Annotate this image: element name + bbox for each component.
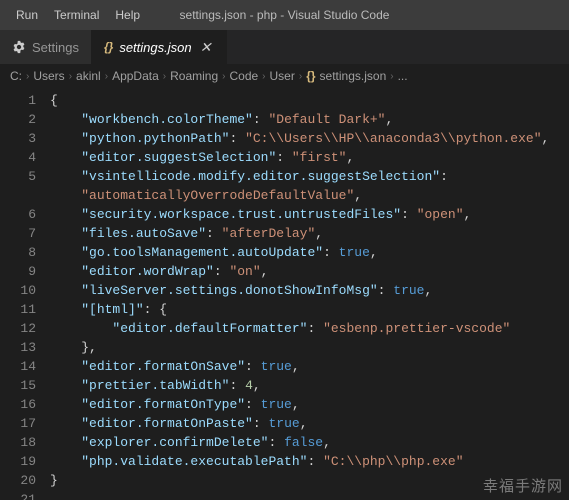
menu-terminal[interactable]: Terminal <box>46 8 107 22</box>
crumb-appdata[interactable]: AppData <box>112 69 159 83</box>
title-bar: Run Terminal Help settings.json - php - … <box>0 0 569 30</box>
menu-run[interactable]: Run <box>8 8 46 22</box>
editor-area[interactable]: 123456789101112131415161718192021 { "wor… <box>0 87 569 500</box>
crumb-akinl[interactable]: akinl <box>76 69 101 83</box>
chevron-right-icon: › <box>299 71 302 82</box>
crumb-file[interactable]: settings.json <box>320 69 387 83</box>
chevron-right-icon: › <box>69 71 72 82</box>
crumb-users[interactable]: Users <box>33 69 64 83</box>
tab-bar: Settings {} settings.json ✕ <box>0 30 569 65</box>
breadcrumb: C: › Users › akinl › AppData › Roaming ›… <box>0 65 569 87</box>
code-content[interactable]: { "workbench.colorTheme": "Default Dark+… <box>50 87 569 500</box>
window-title: settings.json - php - Visual Studio Code <box>180 8 390 22</box>
crumb-user[interactable]: User <box>270 69 295 83</box>
crumb-roaming[interactable]: Roaming <box>170 69 218 83</box>
crumb-c[interactable]: C: <box>10 69 22 83</box>
tab-settings-json-label: settings.json <box>119 40 191 55</box>
gear-icon <box>12 40 26 54</box>
close-icon[interactable]: ✕ <box>198 39 214 55</box>
line-number-gutter: 123456789101112131415161718192021 <box>0 87 50 500</box>
tab-settings-label: Settings <box>32 40 79 55</box>
chevron-right-icon: › <box>222 71 225 82</box>
crumb-more[interactable]: ... <box>398 69 408 83</box>
chevron-right-icon: › <box>26 71 29 82</box>
json-braces-icon: {} <box>306 69 315 83</box>
tab-settings-json[interactable]: {} settings.json ✕ <box>92 30 227 64</box>
json-braces-icon: {} <box>104 40 113 54</box>
tab-settings[interactable]: Settings <box>0 30 92 64</box>
chevron-right-icon: › <box>262 71 265 82</box>
menu-help[interactable]: Help <box>107 8 148 22</box>
chevron-right-icon: › <box>163 71 166 82</box>
chevron-right-icon: › <box>390 71 393 82</box>
crumb-code[interactable]: Code <box>229 69 258 83</box>
chevron-right-icon: › <box>105 71 108 82</box>
